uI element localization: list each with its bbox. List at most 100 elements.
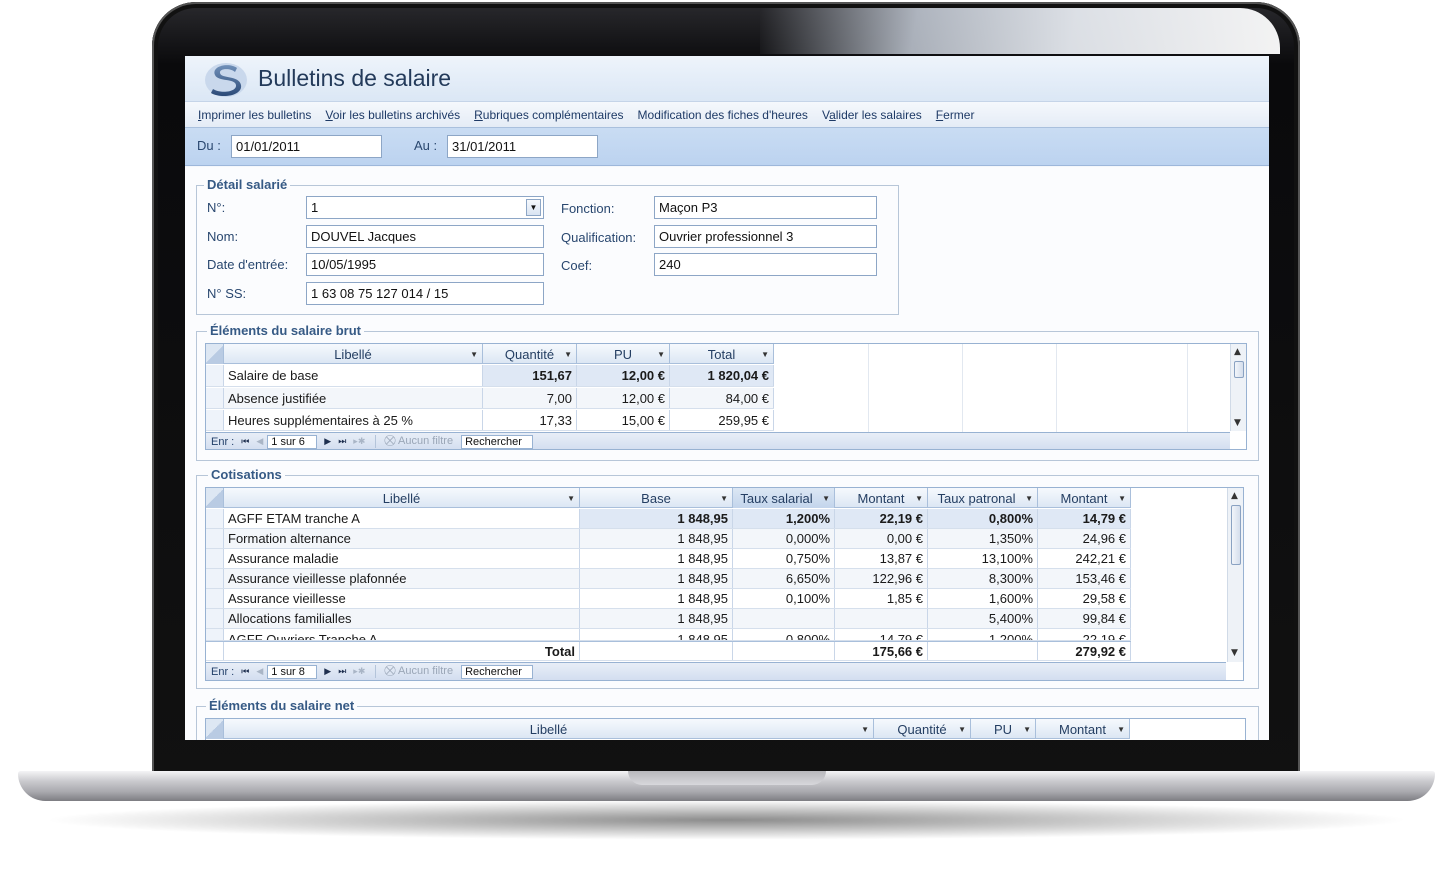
cell-montant-salarial[interactable] [835,609,928,628]
chevron-down-icon[interactable]: ▼ [1117,725,1125,734]
row-selector[interactable] [206,629,224,640]
cell-total[interactable]: 1 820,04 € [670,365,774,386]
chevron-down-icon[interactable]: ▼ [861,725,869,734]
cell-taux-salarial[interactable]: 1,200% [733,509,835,528]
row-selector[interactable] [206,549,224,568]
date-entree-input[interactable]: 10/05/1995 [306,253,544,276]
cell-base[interactable]: 1 848,95 [580,509,733,528]
cell-total[interactable]: 84,00 € [670,388,774,408]
cell-montant-patronal[interactable]: 99,84 € [1038,609,1131,628]
cell-taux-salarial[interactable]: 0,000% [733,529,835,548]
column-header[interactable]: PU ▼ [577,344,670,364]
cell-montant-patronal[interactable]: 29,58 € [1038,589,1131,608]
cell-base[interactable]: 1 848,95 [580,549,733,568]
cell-libelle[interactable]: Allocations familialles [224,609,580,628]
new-record-icon[interactable]: ▸✱ [353,436,365,447]
menu-modification-fiches[interactable]: Modification des fiches d'heures [638,108,808,122]
cell-libelle[interactable]: Assurance vieillesse plafonnée [224,569,580,588]
search-input[interactable]: Rechercher [461,664,534,679]
cell-montant-salarial[interactable]: 122,96 € [835,569,928,588]
filter-indicator[interactable]: ⛒ Aucun filtre [375,665,453,678]
last-record-icon[interactable]: ⏭ [338,666,346,677]
cell-libelle[interactable]: AGFF ETAM tranche A [224,509,580,528]
prev-record-icon[interactable]: ◀ [256,436,263,447]
chevron-down-icon[interactable]: ▼ [761,350,769,359]
chevron-down-icon[interactable]: ▼ [567,494,575,503]
chevron-down-icon[interactable]: ▼ [958,725,966,734]
cell-montant-patronal[interactable]: 24,96 € [1038,529,1131,548]
cell-pu[interactable]: 15,00 € [577,410,670,430]
column-header[interactable]: Total ▼ [670,344,774,364]
coef-input[interactable]: 240 [654,253,877,276]
nom-input[interactable]: DOUVEL Jacques [306,225,544,248]
first-record-icon[interactable]: ⏮ [241,436,249,447]
table-row[interactable]: Assurance vieillesse plafonnée 1 848,95 … [206,569,1131,589]
table-row[interactable]: Allocations familialles 1 848,95 5,400% … [206,609,1131,629]
cell-libelle[interactable]: Formation alternance [224,529,580,548]
menu-valider-salaires[interactable]: Valider les salaires [822,108,922,122]
cell-taux-patronal[interactable]: 1,600% [928,589,1038,608]
table-row[interactable]: Salaire de base 151,67 12,00 € 1 820,04 … [206,365,774,387]
chevron-down-icon[interactable]: ▼ [564,350,572,359]
cell-base[interactable]: 1 848,95 [580,569,733,588]
row-selector[interactable] [206,365,224,386]
chevron-down-icon[interactable]: ▼ [1023,725,1031,734]
du-input[interactable]: 01/01/2011 [231,135,382,158]
cell-montant-patronal[interactable]: 153,46 € [1038,569,1131,588]
cell-base[interactable]: 1 848,95 [580,629,733,640]
cell-taux-patronal[interactable]: 1,200% [928,629,1038,640]
table-row[interactable]: AGFF ETAM tranche A 1 848,95 1,200% 22,1… [206,509,1131,529]
column-header[interactable]: Montant ▼ [835,488,928,508]
cell-libelle[interactable]: Salaire de base [224,365,483,386]
cell-montant-patronal[interactable]: 242,21 € [1038,549,1131,568]
cell-libelle[interactable]: Assurance maladie [224,549,580,568]
menu-rubriques-complementaires[interactable]: Rubriques complémentaires [474,108,623,122]
column-header[interactable]: Taux patronal ▼ [928,488,1038,508]
ss-input[interactable]: 1 63 08 75 127 014 / 15 [306,282,544,305]
column-header[interactable]: Libellé ▼ [224,488,580,508]
table-row[interactable]: AGFF Ouvriers Tranche A 1 848,95 0,800% … [206,629,1131,641]
column-header[interactable]: Quantité ▼ [874,719,971,739]
table-row[interactable]: Formation alternance 1 848,95 0,000% 0,0… [206,529,1131,549]
cell-base[interactable]: 1 848,95 [580,529,733,548]
column-header[interactable]: Libellé ▼ [224,344,483,364]
chevron-down-icon[interactable]: ▼ [720,494,728,503]
chevron-down-icon[interactable]: ▼ [915,494,923,503]
search-input[interactable]: Rechercher [461,434,534,449]
cell-quantite[interactable]: 17,33 [483,410,577,430]
menu-imprimer-bulletins[interactable]: Imprimer les bulletins [198,108,311,122]
table-row[interactable]: Assurance vieillesse 1 848,95 0,100% 1,8… [206,589,1131,609]
row-selector[interactable] [206,388,224,408]
select-all-box[interactable] [206,488,224,508]
chevron-down-icon[interactable]: ▼ [526,199,541,216]
cell-taux-patronal[interactable]: 5,400% [928,609,1038,628]
row-selector[interactable] [206,410,224,430]
scroll-up-icon[interactable]: ▲ [1231,491,1238,501]
cell-base[interactable]: 1 848,95 [580,589,733,608]
record-position-input[interactable]: 1 sur 8 [267,664,318,679]
cell-montant-patronal[interactable]: 14,79 € [1038,509,1131,528]
prev-record-icon[interactable]: ◀ [256,666,263,677]
menu-voir-archives[interactable]: Voir les bulletins archivés [325,108,460,122]
filter-indicator[interactable]: ⛒ Aucun filtre [375,435,453,448]
last-record-icon[interactable]: ⏭ [338,436,346,447]
cell-libelle[interactable]: Absence justifiée [224,388,483,408]
chevron-down-icon[interactable]: ▼ [470,350,478,359]
fonction-input[interactable]: Maçon P3 [654,196,877,219]
vertical-scrollbar[interactable]: ▲ ▼ [1230,344,1246,431]
chevron-down-icon[interactable]: ▼ [1025,494,1033,503]
scroll-down-icon[interactable]: ▼ [1231,648,1238,658]
row-selector[interactable] [206,589,224,608]
cell-libelle[interactable]: AGFF Ouvriers Tranche A [224,629,580,640]
no-select[interactable]: 1 ▼ [306,196,544,219]
cell-montant-salarial[interactable]: 0,00 € [835,529,928,548]
table-row[interactable]: Absence justifiée 7,00 12,00 € 84,00 € [206,388,774,409]
row-selector[interactable] [206,529,224,548]
chevron-down-icon[interactable]: ▼ [1118,494,1126,503]
column-header[interactable]: Base ▼ [580,488,733,508]
cell-montant-salarial[interactable]: 14,79 € [835,629,928,640]
next-record-icon[interactable]: ▶ [324,666,331,677]
row-selector[interactable] [206,569,224,588]
chevron-down-icon[interactable]: ▼ [822,494,830,503]
cell-libelle[interactable]: Heures supplémentaires à 25 % [224,410,483,430]
